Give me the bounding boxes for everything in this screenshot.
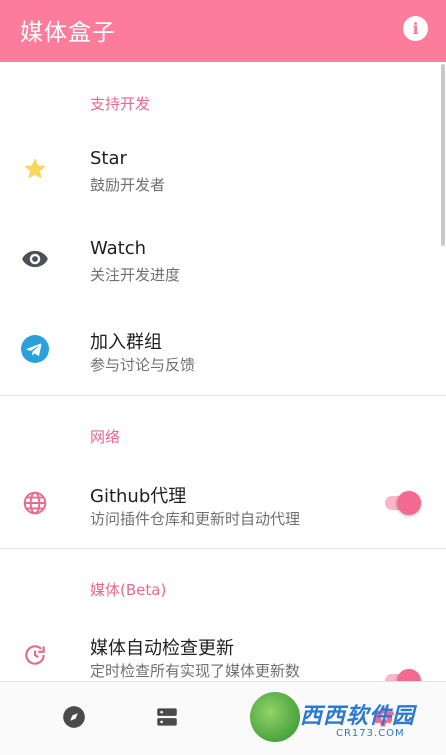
watermark-logo — [250, 692, 300, 742]
divider — [0, 548, 446, 549]
section-header-network: 网络 — [90, 428, 121, 446]
storage-icon — [154, 704, 180, 734]
list-item-title: Github代理 — [90, 486, 187, 507]
github-proxy-toggle[interactable] — [383, 490, 423, 516]
compass-icon — [61, 704, 87, 734]
list-item-title: 媒体自动检查更新 — [90, 638, 234, 659]
app-bar: 媒体盒子 i — [0, 0, 446, 62]
divider — [0, 395, 446, 396]
telegram-icon — [20, 334, 50, 364]
list-item-subtitle: 鼓励开发者 — [90, 176, 166, 194]
list-item-title: 加入群组 — [90, 332, 162, 353]
list-item-watch[interactable]: Watch 关注开发进度 — [0, 216, 446, 302]
list-item-github-proxy[interactable]: Github代理 访问插件仓库和更新时自动代理 — [0, 460, 446, 546]
list-item-star[interactable]: Star 鼓励开发者 — [0, 126, 446, 212]
info-glyph: i — [412, 18, 419, 38]
section-header-support: 支持开发 — [90, 95, 151, 113]
update-icon — [20, 640, 50, 670]
media-auto-update-toggle[interactable] — [383, 668, 423, 681]
list-item-media-auto-update[interactable]: 媒体自动检查更新 定时检查所有实现了媒体更新数 — [0, 612, 446, 681]
list-item-subtitle: 访问插件仓库和更新时自动代理 — [90, 510, 301, 528]
list-item-join-group[interactable]: 加入群组 参与讨论与反馈 — [0, 306, 446, 392]
watermark-text: 西西软件园 — [300, 704, 416, 729]
nav-storage[interactable] — [93, 682, 241, 755]
toggle-thumb — [397, 669, 421, 681]
list-item-subtitle: 定时检查所有实现了媒体更新数 — [90, 662, 301, 680]
eye-icon — [20, 244, 50, 274]
star-icon — [20, 154, 50, 184]
section-header-media: 媒体(Beta) — [90, 581, 167, 599]
watermark-url: CR173.COM — [336, 728, 405, 739]
list-item-subtitle: 关注开发进度 — [90, 266, 181, 284]
list-item-title: Star — [90, 148, 127, 169]
list-item-subtitle: 参与讨论与反馈 — [90, 356, 196, 374]
globe-icon — [20, 488, 50, 518]
app-title: 媒体盒子 — [20, 20, 116, 46]
settings-list[interactable]: 支持开发 Star 鼓励开发者 Watch 关注开发进度 加入群组 参与讨论与反… — [0, 62, 446, 681]
info-icon[interactable]: i — [403, 16, 428, 41]
watermark: 西西软件园 CR173.COM — [250, 688, 428, 750]
list-item-title: Watch — [90, 238, 147, 259]
toggle-thumb — [397, 491, 421, 515]
